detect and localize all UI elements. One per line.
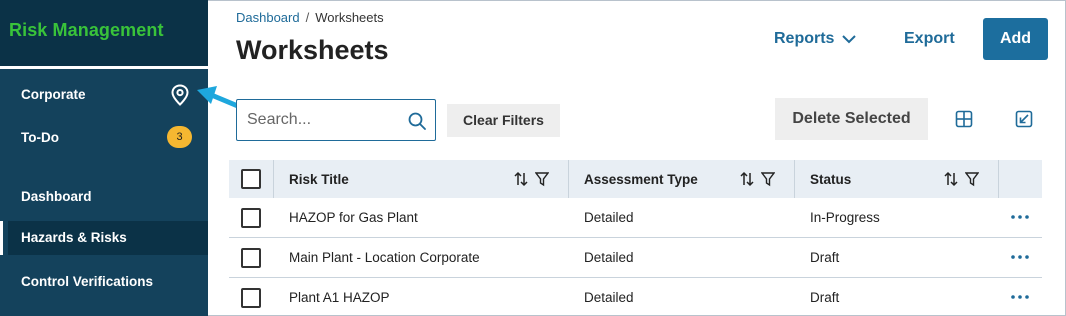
assessment-type-cell: Detailed [584, 250, 634, 265]
column-divider [794, 160, 795, 198]
row-checkbox[interactable] [241, 208, 261, 228]
table-header: Risk Title Assessment Type Status [229, 160, 1042, 198]
column-header-assessment-type[interactable]: Assessment Type [584, 172, 698, 187]
filter-icon[interactable] [761, 171, 775, 187]
search-icon[interactable] [407, 111, 427, 131]
risk-title-cell[interactable]: HAZOP for Gas Plant [289, 210, 418, 225]
table-row[interactable]: HAZOP for Gas Plant Detailed In-Progress [229, 198, 1042, 238]
breadcrumb-separator: / [305, 10, 310, 25]
sidebar-divider [0, 66, 208, 69]
add-button[interactable]: Add [983, 18, 1048, 60]
more-actions-icon[interactable] [1010, 290, 1030, 304]
assessment-type-cell: Detailed [584, 210, 634, 225]
risk-title-cell[interactable]: Main Plant - Location Corporate [289, 250, 480, 265]
export-button[interactable]: Export [904, 30, 955, 48]
sidebar-item-label: Hazards & Risks [21, 230, 127, 245]
column-divider [568, 160, 569, 198]
table-row[interactable]: Main Plant - Location Corporate Detailed… [229, 238, 1042, 278]
column-divider [273, 160, 274, 198]
breadcrumb-dashboard-link[interactable]: Dashboard [236, 10, 300, 25]
chevron-down-icon [842, 35, 857, 44]
column-header-risk-title[interactable]: Risk Title [289, 172, 349, 187]
delete-selected-button[interactable]: Delete Selected [775, 98, 928, 140]
sidebar-header: Risk Management [0, 0, 208, 66]
search-input[interactable] [247, 110, 397, 130]
row-checkbox[interactable] [241, 248, 261, 268]
page-title: Worksheets [236, 35, 389, 65]
sidebar-item-label: To-Do [21, 130, 59, 145]
sort-icon[interactable] [514, 171, 528, 187]
more-actions-icon[interactable] [1010, 210, 1030, 224]
sort-icon[interactable] [740, 171, 754, 187]
filter-icon[interactable] [965, 171, 979, 187]
sidebar-item-dashboard[interactable]: Dashboard [0, 180, 208, 214]
risk-title-cell[interactable]: Plant A1 HAZOP [289, 290, 390, 305]
breadcrumb-current: Worksheets [315, 10, 384, 25]
table-row[interactable]: Plant A1 HAZOP Detailed Draft [229, 278, 1042, 316]
clear-filters-button[interactable]: Clear Filters [447, 104, 560, 137]
collapse-icon[interactable] [1015, 110, 1033, 128]
column-divider [998, 160, 999, 198]
location-pin-icon[interactable] [170, 84, 190, 106]
assessment-type-cell: Detailed [584, 290, 634, 305]
sidebar-item-label: Corporate [21, 87, 86, 102]
more-actions-icon[interactable] [1010, 250, 1030, 264]
todo-count-badge: 3 [167, 126, 192, 148]
row-checkbox[interactable] [241, 288, 261, 308]
reports-label: Reports [774, 30, 835, 47]
breadcrumb: Dashboard / Worksheets [236, 10, 384, 25]
column-header-status[interactable]: Status [810, 172, 851, 187]
status-cell: In-Progress [810, 210, 880, 225]
app-title: Risk Management [9, 20, 164, 40]
status-cell: Draft [810, 290, 840, 305]
sort-icon[interactable] [944, 171, 958, 187]
search-field[interactable] [236, 99, 436, 141]
sidebar-item-control-verifications[interactable]: Control Verifications [0, 265, 208, 299]
sidebar-item-label: Control Verifications [21, 274, 154, 289]
status-cell: Draft [810, 250, 840, 265]
select-all-checkbox[interactable] [241, 169, 261, 189]
filter-icon[interactable] [535, 171, 549, 187]
reports-dropdown-button[interactable]: Reports [774, 30, 857, 48]
sidebar: Risk Management Corporate To-Do 3 Dashbo… [0, 0, 208, 316]
grid-view-icon[interactable] [955, 110, 973, 128]
sidebar-item-hazards-risks[interactable]: Hazards & Risks [0, 221, 208, 255]
sidebar-item-label: Dashboard [21, 189, 92, 204]
